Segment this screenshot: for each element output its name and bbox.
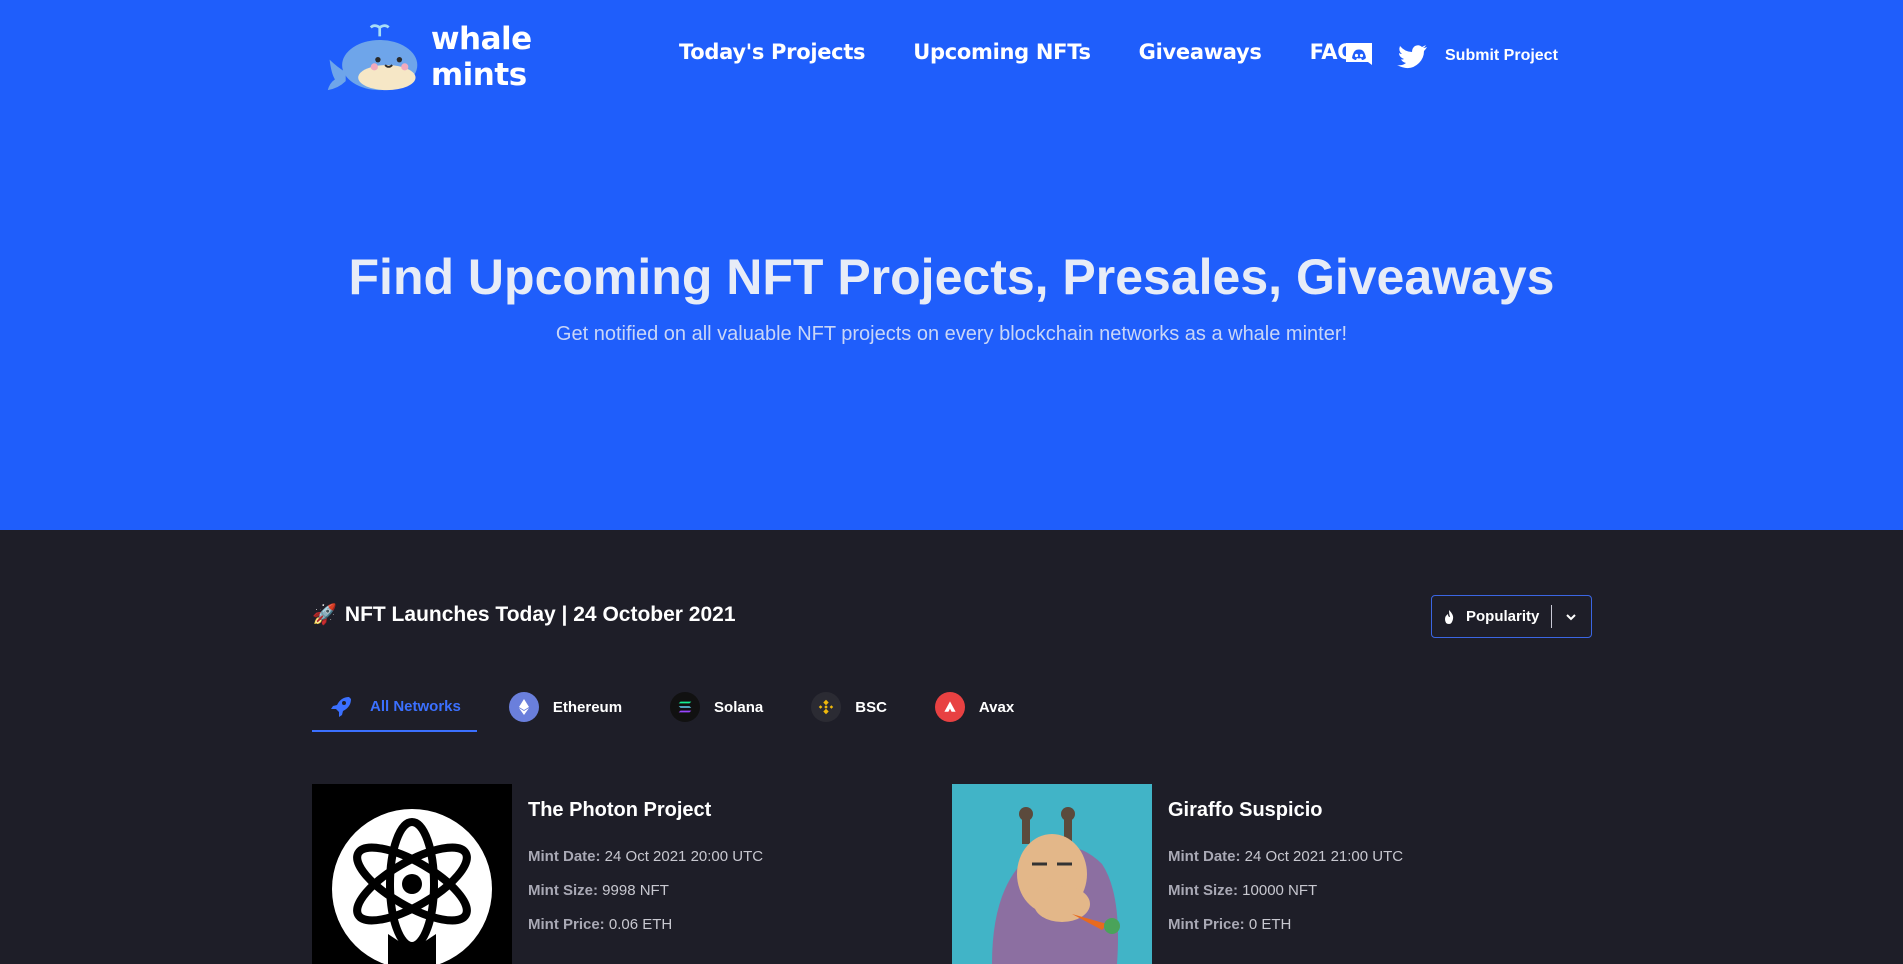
hero-section: whale mints Today's Projects Upcoming NF… [0,0,1903,530]
discord-icon[interactable] [1343,40,1375,72]
submit-project-link[interactable]: Submit Project [1445,47,1558,65]
rocket-icon [326,691,356,721]
tab-label: Solana [714,698,764,716]
network-tabs: All Networks Ethereum Solana BSC Avax [312,682,1046,734]
mint-date-value: 24 Oct 2021 20:00 UTC [604,848,764,865]
launches-section: 🚀 NFT Launches Today | 24 October 2021 P… [0,530,1903,964]
mint-date-value: 24 Oct 2021 21:00 UTC [1244,848,1404,865]
flame-icon [1445,609,1454,624]
nav-link-giveaways[interactable]: Giveaways [1139,40,1262,64]
logo-text: whale mints [430,21,532,93]
mint-size-row: Mint Size: 9998 NFT [528,882,763,899]
chevron-down-icon [1566,613,1577,620]
hero-subtitle: Get notified on all valuable NFT project… [555,323,1348,345]
project-info: The Photon Project Mint Date: 24 Oct 202… [528,799,763,950]
mint-price-row: Mint Price: 0 ETH [1168,916,1403,933]
mint-price-row: Mint Price: 0.06 ETH [528,916,763,933]
sort-divider [1551,605,1553,628]
nav-right: Submit Project [1343,40,1558,72]
project-name[interactable]: Giraffo Suspicio [1168,799,1403,822]
twitter-icon[interactable] [1397,40,1429,72]
tab-label: Ethereum [552,698,623,716]
whale-logo-icon [327,24,418,91]
project-card[interactable]: The Photon Project Mint Date: 24 Oct 202… [312,784,912,964]
ethereum-icon [508,692,539,722]
project-card[interactable]: Giraffo Suspicio Mint Date: 24 Oct 2021 … [952,784,1552,964]
rocket-emoji-icon: 🚀 [312,604,337,626]
bsc-icon [811,692,842,722]
mint-size-label: Mint Size: [1168,882,1238,899]
tab-label: Avax [978,698,1015,716]
mint-date-label: Mint Date: [528,848,601,865]
hero-title: Find Upcoming NFT Projects, Presales, Gi… [348,249,1555,305]
tab-all-networks[interactable]: All Networks [312,682,477,732]
mint-price-label: Mint Price: [528,916,605,933]
logo[interactable]: whale mints [326,16,616,98]
project-info: Giraffo Suspicio Mint Date: 24 Oct 2021 … [1168,799,1403,950]
project-thumbnail [312,784,512,964]
launches-title: NFT Launches Today | 24 October 2021 [344,602,736,626]
tab-avax[interactable]: Avax [919,682,1030,732]
mint-date-row: Mint Date: 24 Oct 2021 20:00 UTC [528,848,763,865]
mint-size-value: 9998 NFT [602,882,669,899]
top-nav: whale mints Today's Projects Upcoming NF… [0,0,1903,112]
avax-icon [934,692,965,722]
tab-ethereum[interactable]: Ethereum [493,682,638,732]
nav-link-todays-projects[interactable]: Today's Projects [679,40,866,64]
nav-links: Today's Projects Upcoming NFTs Giveaways… [679,40,1403,64]
tab-label: All Networks [370,697,461,715]
project-thumbnail [952,784,1152,964]
launches-heading: 🚀 NFT Launches Today | 24 October 2021 [312,602,736,627]
mint-size-value: 10000 NFT [1242,882,1318,899]
mint-price-label: Mint Price: [1168,916,1245,933]
mint-price-value: 0 ETH [1248,916,1292,933]
solana-icon [670,692,701,722]
mint-price-value: 0.06 ETH [608,916,673,933]
sort-dropdown[interactable]: Popularity [1431,595,1592,638]
tab-solana[interactable]: Solana [654,682,779,732]
mint-date-row: Mint Date: 24 Oct 2021 21:00 UTC [1168,848,1403,865]
mint-size-label: Mint Size: [528,882,598,899]
sort-label: Popularity [1466,608,1540,625]
nav-link-upcoming-nfts[interactable]: Upcoming NFTs [913,40,1091,64]
mint-size-row: Mint Size: 10000 NFT [1168,882,1403,899]
project-name[interactable]: The Photon Project [528,799,763,822]
tab-label: BSC [855,698,887,716]
tab-bsc[interactable]: BSC [795,682,903,732]
mint-date-label: Mint Date: [1168,848,1241,865]
